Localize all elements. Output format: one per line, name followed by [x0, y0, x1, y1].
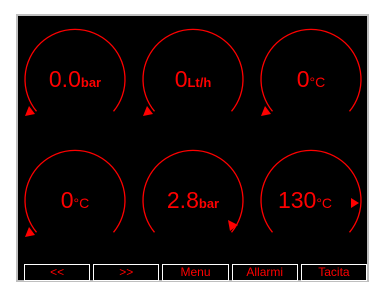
gauge-arc [260, 28, 362, 112]
gauge-reading: 0°C [297, 66, 326, 92]
gauge-arc [142, 28, 244, 112]
gauge-unit: bar [81, 75, 101, 90]
gauge-pressure-2: 2.8bar [142, 149, 244, 233]
gauge-unit: °C [74, 195, 90, 211]
previous-button[interactable]: << [24, 264, 91, 281]
gauge-reading: 0Lt/h [175, 66, 212, 92]
gauge-value: 0 [175, 66, 188, 92]
gauge-value: 130 [278, 187, 316, 213]
right-triangle-icon [351, 198, 359, 208]
gauge-arc [24, 149, 126, 233]
gauge-temperature-1: 0°C [260, 28, 362, 116]
gauge-value: 2.8 [167, 187, 199, 213]
gauge-flow: 0Lt/h [142, 28, 244, 116]
gauge-pressure-1: 0.0bar [24, 28, 126, 116]
gauge-unit: Lt/h [187, 75, 211, 90]
alarms-button[interactable]: Allarmi [231, 264, 298, 281]
gauge-value: 0.0 [49, 66, 81, 92]
bottom-button-bar: << >> Menu Allarmi Tacita [24, 264, 368, 281]
gauges-canvas: 0.0bar 0Lt/h 0°C 0°C 2.8bar 130°C [24, 28, 362, 237]
gauge-reading: 130°C [278, 187, 332, 213]
gauge-temperature-3: 130°C [260, 149, 362, 233]
gauge-value: 0 [297, 66, 310, 92]
gauge-unit: °C [310, 74, 326, 90]
next-button[interactable]: >> [93, 264, 160, 281]
gauge-reading: 2.8bar [167, 187, 219, 213]
gauge-unit: °C [316, 195, 332, 211]
gauge-reading: 0.0bar [49, 66, 101, 92]
gauge-panel: 0.0bar 0Lt/h 0°C 0°C 2.8bar 130°C << >> … [16, 14, 369, 282]
gauge-temperature-2: 0°C [24, 149, 126, 237]
menu-button[interactable]: Menu [162, 264, 229, 281]
gauge-reading: 0°C [61, 187, 90, 213]
gauge-value: 0 [61, 187, 74, 213]
silence-button[interactable]: Tacita [300, 264, 368, 281]
gauge-unit: bar [199, 196, 219, 211]
